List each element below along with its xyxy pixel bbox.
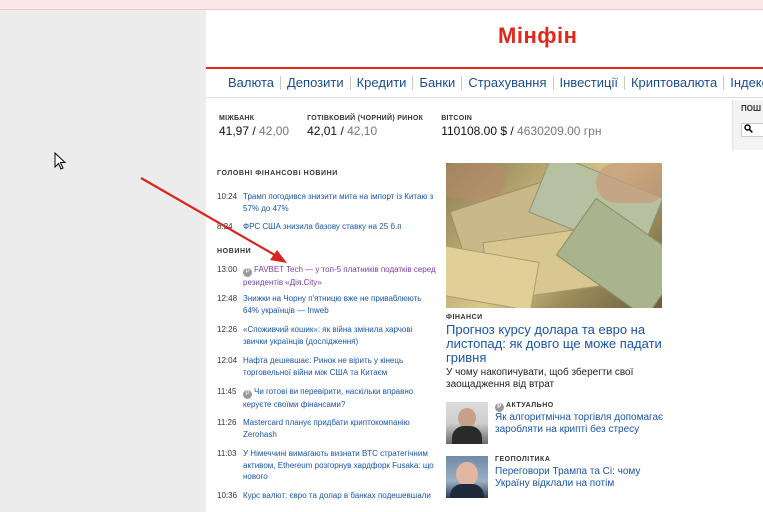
rate-label: BITCOIN <box>441 115 473 122</box>
rate-value: 41,97 / 42,00 <box>219 124 290 138</box>
news-link[interactable]: ФРС США знизила базову ставку на 25 б.п <box>243 221 402 233</box>
article-title-link[interactable]: Переговори Трампа та Сі: чому Україну ві… <box>495 466 670 490</box>
side-search-label: ПОШ <box>741 104 762 113</box>
news-item[interactable]: 10:36 Курс валют: євро та долар в банках… <box>217 490 437 502</box>
news-link[interactable]: P Чи готові ви перевірити, наскільки впра… <box>243 386 437 411</box>
article-thumbnail[interactable] <box>446 402 488 444</box>
rate-label: МІЖБАНК <box>219 115 255 122</box>
news-item[interactable]: 13:00 P FAVBET Tech — у топ-5 платників п… <box>217 264 437 289</box>
nav-item-indices[interactable]: Індекси <box>724 76 763 90</box>
rate-label: ГОТІВКОВИЙ (ЧОРНИЙ) РИНОК <box>307 115 424 122</box>
news-link[interactable]: Трамп погодився знизити мита на імпорт і… <box>243 191 437 214</box>
main-news-item[interactable]: 10:24 Трамп погодився знизити мита на ім… <box>217 191 437 214</box>
news-link[interactable]: Знижки на Чорну п'ятницю вже не приваблю… <box>243 293 437 316</box>
section-title-main-news: ГОЛОВНІ ФІНАНСОВІ НОВИНИ <box>217 170 338 177</box>
news-link[interactable]: Курс валют: євро та долар в банках подеш… <box>243 490 431 502</box>
hero-image[interactable] <box>446 163 662 308</box>
nav-item-currency[interactable]: Валюта <box>228 76 281 90</box>
site-logo[interactable]: Мінфін <box>498 23 577 49</box>
news-link[interactable]: У Німеччині вимагають визнати BTC страте… <box>243 448 437 483</box>
news-time: 13:00 <box>217 265 238 274</box>
hero-subtitle: У чому накопичувати, щоб зберегти свої з… <box>446 367 634 390</box>
news-link[interactable]: «Споживчий кошик»: як війна змінила харч… <box>243 324 437 347</box>
main-news-item[interactable]: 8:24 ФРС США знизила базову ставку на 25… <box>217 221 437 233</box>
side-search-panel: ПОШ <box>732 100 763 150</box>
article-title-link[interactable]: Як алгоритмічна торгівля допомагає зароб… <box>495 412 670 436</box>
page-content: Мінфін Валюта Депозити Кредити Банки Стр… <box>206 10 763 512</box>
nav-item-crypto[interactable]: Криптовалюта <box>625 76 725 90</box>
news-time: 11:45 <box>217 387 237 396</box>
news-item[interactable]: 11:26 Mastercard планує придбати крипток… <box>217 417 437 440</box>
rate-value: 42,01 / 42,10 <box>307 124 378 138</box>
news-time: 10:36 <box>217 491 238 500</box>
news-time: 10:24 <box>217 192 238 201</box>
news-time: 12:26 <box>217 325 238 334</box>
nav-item-banks[interactable]: Банки <box>413 76 463 90</box>
rate-bitcoin[interactable]: BITCOIN 110108.00 $ / 4630209.00 грн <box>441 115 601 138</box>
section-title-news: НОВИНИ <box>217 248 252 255</box>
rates-bar: МІЖБАНК 41,97 / 42,00 ГОТІВКОВИЙ (ЧОРНИЙ… <box>219 115 619 138</box>
left-empty-area <box>0 10 206 512</box>
news-time: 12:48 <box>217 294 238 303</box>
nav-item-insurance[interactable]: Страхування <box>462 76 554 90</box>
news-item[interactable]: 11:45 P Чи готові ви перевірити, наскільк… <box>217 386 437 411</box>
rate-interbank[interactable]: МІЖБАНК 41,97 / 42,00 <box>219 115 289 138</box>
promo-pin-icon: P <box>495 403 504 412</box>
news-time: 11:26 <box>217 418 237 427</box>
nav-item-deposits[interactable]: Депозити <box>281 76 351 90</box>
nav-item-investments[interactable]: Інвестиції <box>554 76 625 90</box>
article-category: ГЕОПОЛІТИКА <box>495 456 551 463</box>
news-item[interactable]: 12:26 «Споживчий кошик»: як війна змінил… <box>217 324 437 347</box>
article-thumbnail[interactable] <box>446 456 488 498</box>
news-link[interactable]: Нафта дешевшає: Ринок не вірить у кінець… <box>243 355 437 378</box>
news-link[interactable]: Mastercard планує придбати криптокомпані… <box>243 417 437 440</box>
hero-title-link[interactable]: Прогноз курсу долара та евро на листопад… <box>446 323 666 365</box>
promo-pin-icon: P <box>243 268 252 277</box>
promo-pin-icon: P <box>243 390 252 399</box>
nav-item-credits[interactable]: Кредити <box>351 76 414 90</box>
news-time: 12:04 <box>217 356 238 365</box>
rate-value: 110108.00 $ / 4630209.00 грн <box>441 124 602 138</box>
news-item[interactable]: 11:03 У Німеччині вимагають визнати BTC … <box>217 448 437 483</box>
news-time: 11:03 <box>217 449 237 458</box>
search-icon <box>744 124 753 133</box>
hero-category: ФІНАНСИ <box>446 314 483 321</box>
browser-top-strip <box>0 0 763 10</box>
news-link[interactable]: P FAVBET Tech — у топ-5 платників податкі… <box>243 264 437 289</box>
side-search-input[interactable] <box>741 123 763 137</box>
news-time: 8:24 <box>217 222 233 231</box>
main-nav: Валюта Депозити Кредити Банки Страхуванн… <box>206 67 763 98</box>
news-item[interactable]: 12:48 Знижки на Чорну п'ятницю вже не пр… <box>217 293 437 316</box>
article-category: P АКТУАЛЬНО <box>495 402 554 412</box>
rate-cash-market[interactable]: ГОТІВКОВИЙ (ЧОРНИЙ) РИНОК 42,01 / 42,10 <box>307 115 423 138</box>
mouse-cursor-icon <box>54 152 66 170</box>
news-item[interactable]: 12:04 Нафта дешевшає: Ринок не вірить у … <box>217 355 437 378</box>
